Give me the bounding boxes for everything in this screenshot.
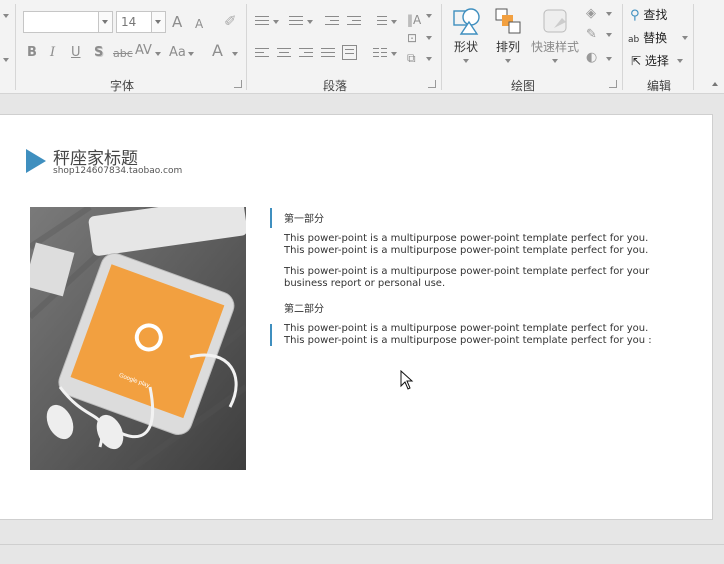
increase-indent-icon[interactable]	[347, 15, 361, 27]
justify-icon[interactable]	[321, 47, 335, 59]
chevron-down-icon	[677, 59, 683, 63]
align-left-icon[interactable]	[255, 47, 269, 59]
chevron-down-icon[interactable]	[188, 52, 194, 56]
bullets-icon[interactable]	[255, 15, 269, 27]
distributed-icon[interactable]	[342, 45, 357, 60]
chevron-down-icon[interactable]	[307, 20, 313, 24]
shadow-button[interactable]: S	[94, 45, 103, 61]
paragraph[interactable]: This power-point is a multipurpose power…	[284, 266, 674, 290]
replace-icon: ab	[628, 35, 640, 45]
chevron-down-icon[interactable]	[391, 20, 397, 24]
chevron-down-icon	[463, 59, 469, 63]
replace-button[interactable]: ab 替换	[628, 29, 688, 46]
shape-fill-icon[interactable]: ◈	[586, 6, 596, 22]
shape-effects-icon[interactable]: ◐	[586, 50, 597, 66]
select-button[interactable]: ⇱ 选择	[631, 52, 683, 69]
paragraph-line: This power-point is a multipurpose power…	[284, 323, 649, 334]
align-text-icon[interactable]: ⊡	[407, 30, 417, 46]
chevron-down-icon[interactable]	[3, 14, 9, 18]
chevron-down-icon[interactable]	[151, 12, 165, 32]
chevron-down-icon[interactable]	[3, 58, 9, 62]
arrange-icon	[495, 8, 521, 34]
shape-outline-icon[interactable]: ✎	[586, 27, 597, 43]
bold-button[interactable]: B	[27, 45, 37, 61]
status-bar	[0, 544, 724, 564]
group-label-font: 字体	[110, 79, 135, 93]
shapes-label: 形状	[453, 40, 478, 54]
char-spacing-button[interactable]: AV	[135, 43, 152, 59]
cursor-icon: ⇱	[631, 54, 642, 68]
ribbon: 14 A A ✐ B I U S abc AV Aa A 字体 ‖A ⊡ ⧉ 段…	[0, 0, 724, 94]
slide-subtitle[interactable]: shop124607834.taobao.com	[53, 166, 182, 176]
strikethrough-button[interactable]: abc	[113, 46, 133, 62]
chevron-down-icon[interactable]	[426, 36, 432, 40]
chevron-down-icon[interactable]	[155, 52, 161, 56]
title-triangle-icon	[26, 149, 46, 173]
dialog-launcher-icon[interactable]	[234, 80, 242, 88]
change-case-button[interactable]: Aa	[169, 45, 186, 61]
align-right-icon[interactable]	[299, 47, 313, 59]
collapse-ribbon-icon[interactable]	[712, 82, 718, 86]
section-heading[interactable]: 第二部分	[284, 300, 324, 315]
font-name-combo[interactable]	[23, 11, 113, 33]
chevron-down-icon[interactable]	[391, 52, 397, 56]
chevron-down-icon	[552, 59, 558, 63]
clear-format-icon[interactable]: ✐	[224, 13, 237, 29]
align-center-icon[interactable]	[277, 47, 291, 59]
chevron-down-icon[interactable]	[273, 20, 279, 24]
quick-styles-label: 快速样式	[530, 40, 579, 54]
underline-button[interactable]: U	[71, 45, 81, 61]
columns-icon[interactable]	[373, 47, 387, 59]
text-direction-icon[interactable]: ‖A	[407, 12, 421, 28]
section-heading[interactable]: 第一部分	[284, 210, 324, 225]
chevron-down-icon[interactable]	[232, 52, 238, 56]
shapes-button[interactable]: 形状	[447, 6, 485, 68]
grow-font-button[interactable]: A	[172, 14, 182, 30]
numbering-icon[interactable]	[289, 15, 303, 27]
paragraph[interactable]: This power-point is a multipurpose power…	[284, 233, 674, 257]
paragraph-line: This power-point is a multipurpose power…	[284, 335, 652, 346]
chevron-down-icon[interactable]	[426, 57, 432, 61]
chevron-down-icon	[682, 36, 688, 40]
paragraph[interactable]: This power-point is a multipurpose power…	[284, 323, 674, 347]
line-spacing-icon[interactable]	[373, 15, 387, 27]
shrink-font-button[interactable]: A	[195, 16, 203, 32]
find-button[interactable]: ⚲ 查找	[630, 6, 667, 23]
chevron-down-icon[interactable]	[426, 14, 432, 18]
phone-image: Google play	[30, 207, 246, 470]
paragraph-line: This power-point is a multipurpose power…	[284, 245, 649, 256]
italic-button[interactable]: I	[50, 45, 55, 61]
dialog-launcher-icon[interactable]	[428, 80, 436, 88]
arrange-label: 排列	[495, 40, 520, 54]
group-label-editing: 编辑	[647, 79, 672, 93]
smartart-icon[interactable]: ⧉	[407, 50, 416, 66]
shapes-icon	[453, 8, 480, 35]
search-icon: ⚲	[630, 8, 640, 23]
accent-bar	[270, 208, 272, 228]
chevron-down-icon[interactable]	[606, 12, 612, 16]
chevron-down-icon	[505, 59, 511, 63]
phone-photo[interactable]: Google play	[30, 207, 246, 470]
paragraph-line: This power-point is a multipurpose power…	[284, 233, 649, 244]
font-size-combo[interactable]: 14	[116, 11, 166, 33]
quick-styles-button[interactable]: 快速样式	[530, 6, 580, 68]
group-label-paragraph: 段落	[323, 79, 348, 93]
chevron-down-icon[interactable]	[606, 33, 612, 37]
accent-bar	[270, 324, 272, 346]
chevron-down-icon[interactable]	[98, 12, 112, 32]
quick-styles-icon	[543, 9, 567, 33]
group-label-drawing: 绘图	[511, 79, 536, 93]
font-color-button[interactable]: A	[212, 43, 223, 59]
decrease-indent-icon[interactable]	[325, 15, 339, 27]
arrange-button[interactable]: 排列	[490, 6, 526, 68]
dialog-launcher-icon[interactable]	[609, 80, 617, 88]
mouse-cursor-icon	[400, 370, 414, 390]
chevron-down-icon[interactable]	[606, 57, 612, 61]
